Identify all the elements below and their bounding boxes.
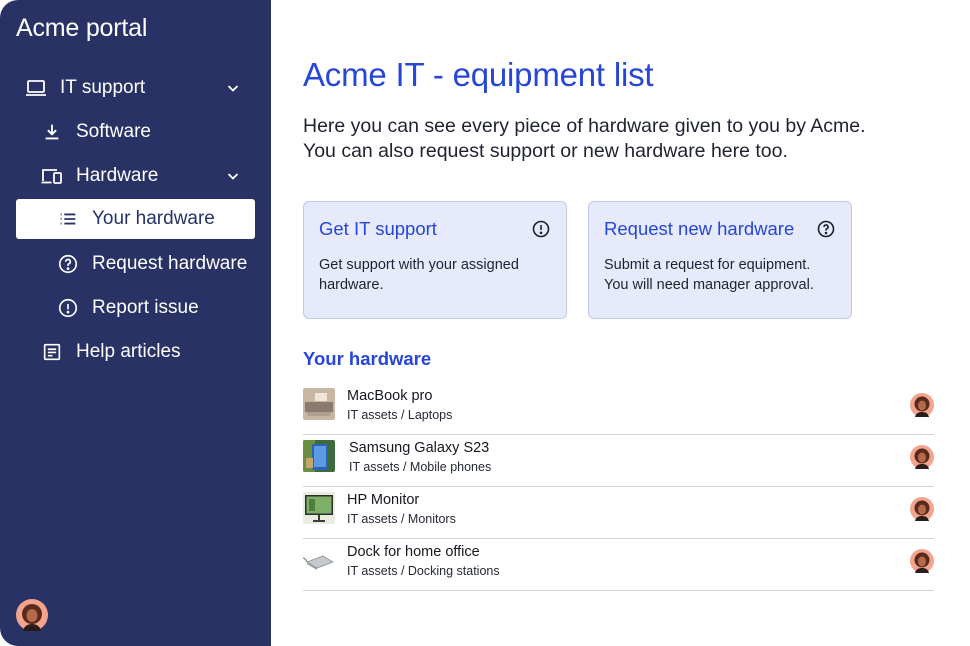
sidebar-item-your-hardware[interactable]: Your hardware xyxy=(16,199,255,239)
intro-line: You can also request support or new hard… xyxy=(303,140,788,162)
app-title: Acme portal xyxy=(16,14,148,42)
get-it-support-card[interactable]: Get IT support Get support with your ass… xyxy=(303,201,567,319)
hardware-row-macbook[interactable]: MacBook pro IT assets / Laptops xyxy=(303,383,934,435)
owner-avatar[interactable] xyxy=(910,497,934,521)
question-circle-icon xyxy=(56,252,80,276)
hardware-row-galaxy[interactable]: Samsung Galaxy S23 IT assets / Mobile ph… xyxy=(303,435,934,487)
sidebar-item-label: Request hardware xyxy=(92,253,248,274)
hardware-category: IT assets / Monitors xyxy=(347,512,456,526)
hardware-category: IT assets / Mobile phones xyxy=(349,460,492,474)
hardware-category: IT assets / Docking stations xyxy=(347,564,500,578)
hardware-name: MacBook pro xyxy=(347,388,433,404)
request-new-hardware-card[interactable]: Request new hardware Submit a request fo… xyxy=(588,201,852,319)
sidebar-item-label: Report issue xyxy=(92,297,199,318)
devices-icon xyxy=(40,164,64,188)
dock-thumbnail xyxy=(303,544,335,576)
hardware-name: Dock for home office xyxy=(347,544,480,560)
sidebar-item-label: Help articles xyxy=(76,341,181,362)
hardware-category: IT assets / Laptops xyxy=(347,408,453,422)
sidebar: Acme portal IT support Software Hardware… xyxy=(0,0,271,646)
sidebar-item-request-hardware[interactable]: Request hardware xyxy=(16,244,255,284)
hardware-row-dock[interactable]: Dock for home office IT assets / Docking… xyxy=(303,539,934,591)
chevron-down-icon[interactable] xyxy=(225,168,241,184)
phone-thumbnail xyxy=(303,440,335,472)
owner-avatar[interactable] xyxy=(910,445,934,469)
card-description: Submit a request for equipment. You will… xyxy=(604,257,814,293)
sidebar-item-hardware[interactable]: Hardware xyxy=(16,156,255,196)
alert-circle-icon xyxy=(56,296,80,320)
sidebar-item-it-support[interactable]: IT support xyxy=(16,68,255,108)
main-content: Acme IT - equipment list Here you can se… xyxy=(271,0,970,646)
article-icon xyxy=(40,340,64,364)
intro-line: Here you can see every piece of hardware… xyxy=(303,115,866,137)
hardware-row-monitor[interactable]: HP Monitor IT assets / Monitors xyxy=(303,487,934,539)
hardware-name: Samsung Galaxy S23 xyxy=(349,440,490,456)
app-window: Acme portal IT support Software Hardware… xyxy=(0,0,970,646)
owner-avatar[interactable] xyxy=(910,549,934,573)
sidebar-item-label: IT support xyxy=(60,77,146,98)
card-title: Get IT support xyxy=(319,218,437,239)
laptop-icon xyxy=(24,76,48,100)
sidebar-item-software[interactable]: Software xyxy=(16,112,255,152)
card-title: Request new hardware xyxy=(604,218,795,239)
sidebar-item-label: Hardware xyxy=(76,165,159,186)
alert-circle-icon xyxy=(532,220,550,238)
laptop-thumbnail xyxy=(303,388,335,420)
owner-avatar[interactable] xyxy=(910,393,934,417)
question-circle-icon xyxy=(817,220,835,238)
section-title: Your hardware xyxy=(303,348,432,369)
sidebar-item-report-issue[interactable]: Report issue xyxy=(16,288,255,328)
sidebar-item-help-articles[interactable]: Help articles xyxy=(16,332,255,372)
user-avatar[interactable] xyxy=(16,599,48,631)
chevron-down-icon[interactable] xyxy=(225,80,241,96)
download-icon xyxy=(40,120,64,144)
intro-text: Here you can see every piece of hardware… xyxy=(303,114,943,164)
card-description: Get support with your assigned hardware. xyxy=(319,257,519,293)
sidebar-item-label: Your hardware xyxy=(92,208,215,229)
list-icon xyxy=(56,207,80,231)
page-title: Acme IT - equipment list xyxy=(303,56,654,93)
sidebar-item-label: Software xyxy=(76,121,151,142)
monitor-thumbnail xyxy=(303,492,335,524)
hardware-name: HP Monitor xyxy=(347,492,420,508)
